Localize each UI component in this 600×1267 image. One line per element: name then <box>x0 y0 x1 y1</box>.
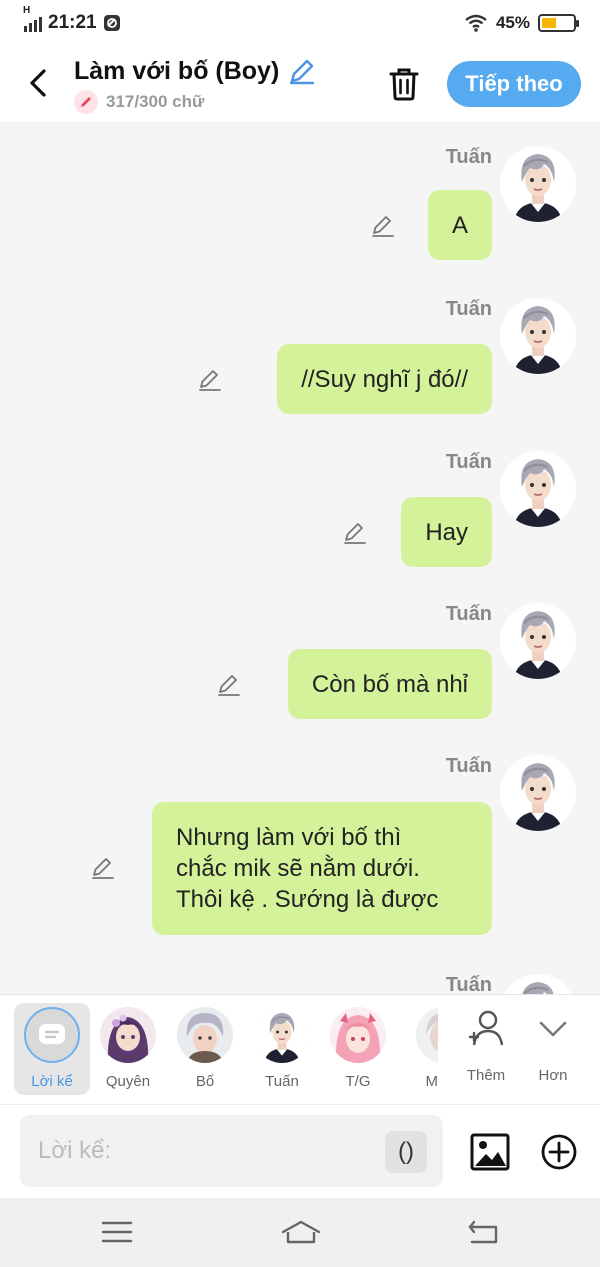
character-narrator[interactable]: Lời kể <box>14 1003 90 1095</box>
home-icon[interactable] <box>280 1218 322 1246</box>
avatar <box>330 1007 386 1063</box>
avatar[interactable] <box>500 146 576 222</box>
edit-message-icon[interactable] <box>342 519 368 545</box>
character-quyen[interactable]: Quyên <box>92 1003 164 1090</box>
character-bo[interactable]: Bố <box>169 1003 241 1090</box>
composer: () <box>0 1104 600 1198</box>
menu-icon[interactable] <box>100 1218 134 1246</box>
character-tg[interactable]: T/G <box>322 1003 394 1090</box>
chat-message: Tuấn Còn bố mà nhỉ <box>0 603 600 743</box>
sender-name: Tuấn <box>445 298 492 320</box>
message-bubble[interactable]: //Suy nghĩ j đó// <box>277 344 492 414</box>
edit-title-icon[interactable] <box>287 56 317 86</box>
narration-input[interactable] <box>20 1115 443 1187</box>
avatar <box>100 1007 156 1063</box>
battery-icon <box>538 14 579 32</box>
message-bubble[interactable]: A <box>427 190 492 260</box>
chevron-down-icon <box>539 1021 567 1037</box>
pencil-icon <box>74 90 98 114</box>
clock: 21:21 <box>48 12 97 33</box>
avatar <box>177 1007 233 1063</box>
message-bubble[interactable]: Còn bố mà nhỉ <box>287 649 492 719</box>
sync-icon <box>103 15 120 31</box>
message-bubble[interactable]: Nhưng làm với bố thì chắc mik sẽ nằm dướ… <box>152 802 492 935</box>
chat-bubble-icon <box>39 1024 65 1044</box>
chat-message: Tuấn Nhưng làm với bố thì chắc mik sẽ nằ… <box>0 755 600 945</box>
parentheses-button[interactable]: () <box>385 1131 427 1173</box>
chat-message: Tuấn A <box>0 146 600 286</box>
avatar[interactable] <box>500 451 576 527</box>
chat-message: Tuấn Hay <box>0 451 600 591</box>
sender-name: Tuấn <box>445 146 492 168</box>
header: Làm với bố (Boy) 317/300 chữ Tiếp theo <box>0 46 600 122</box>
sender-name: Tuấn <box>445 603 492 625</box>
avatar <box>416 1007 438 1063</box>
sender-name: Tuấn <box>445 755 492 777</box>
add-character-button[interactable]: Thêm <box>454 1009 518 1084</box>
battery-percent: 45% <box>495 13 530 32</box>
character-partial[interactable]: M <box>398 1003 438 1090</box>
wifi-icon <box>465 14 487 32</box>
avatar[interactable] <box>500 298 576 374</box>
chat-message: Tuấn <box>0 974 600 994</box>
word-count: 317/300 chữ <box>106 92 205 111</box>
avatar[interactable] <box>500 755 576 831</box>
edit-message-icon[interactable] <box>370 212 396 238</box>
character-selector: Lời kể Quyên Bố Tuấn T/G M Thêm Hơn <box>0 994 600 1104</box>
add-user-icon <box>468 1010 504 1046</box>
page-title: Làm với bố (Boy) <box>74 56 280 85</box>
status-bar: H 21:21 45% <box>0 0 600 46</box>
system-nav-bar <box>0 1198 600 1267</box>
more-characters-button[interactable]: Hơn <box>521 1009 585 1084</box>
trash-icon <box>389 68 419 101</box>
back-nav-icon[interactable] <box>466 1218 500 1246</box>
avatar[interactable] <box>500 603 576 679</box>
image-icon[interactable] <box>470 1132 510 1172</box>
edit-message-icon[interactable] <box>197 366 223 392</box>
avatar <box>254 1007 310 1063</box>
chevron-left-icon <box>30 69 46 97</box>
avatar[interactable] <box>500 974 576 994</box>
next-button[interactable]: Tiếp theo <box>447 61 581 107</box>
narrator-avatar <box>24 1007 80 1063</box>
add-icon[interactable] <box>540 1133 578 1171</box>
signal-icon: H <box>23 5 42 32</box>
back-button[interactable] <box>24 66 52 100</box>
edit-message-icon[interactable] <box>216 671 242 697</box>
chat-area[interactable]: Tuấn A Tuấn //Suy nghĩ j đó// Tuấn Hay T… <box>0 122 600 994</box>
chat-message: Tuấn //Suy nghĩ j đó// <box>0 298 600 438</box>
edit-message-icon[interactable] <box>90 854 116 880</box>
character-tuan[interactable]: Tuấn <box>246 1003 318 1090</box>
sender-name: Tuấn <box>445 451 492 473</box>
delete-button[interactable] <box>386 64 422 104</box>
message-bubble[interactable]: Hay <box>401 497 492 567</box>
sender-name: Tuấn <box>445 974 492 994</box>
